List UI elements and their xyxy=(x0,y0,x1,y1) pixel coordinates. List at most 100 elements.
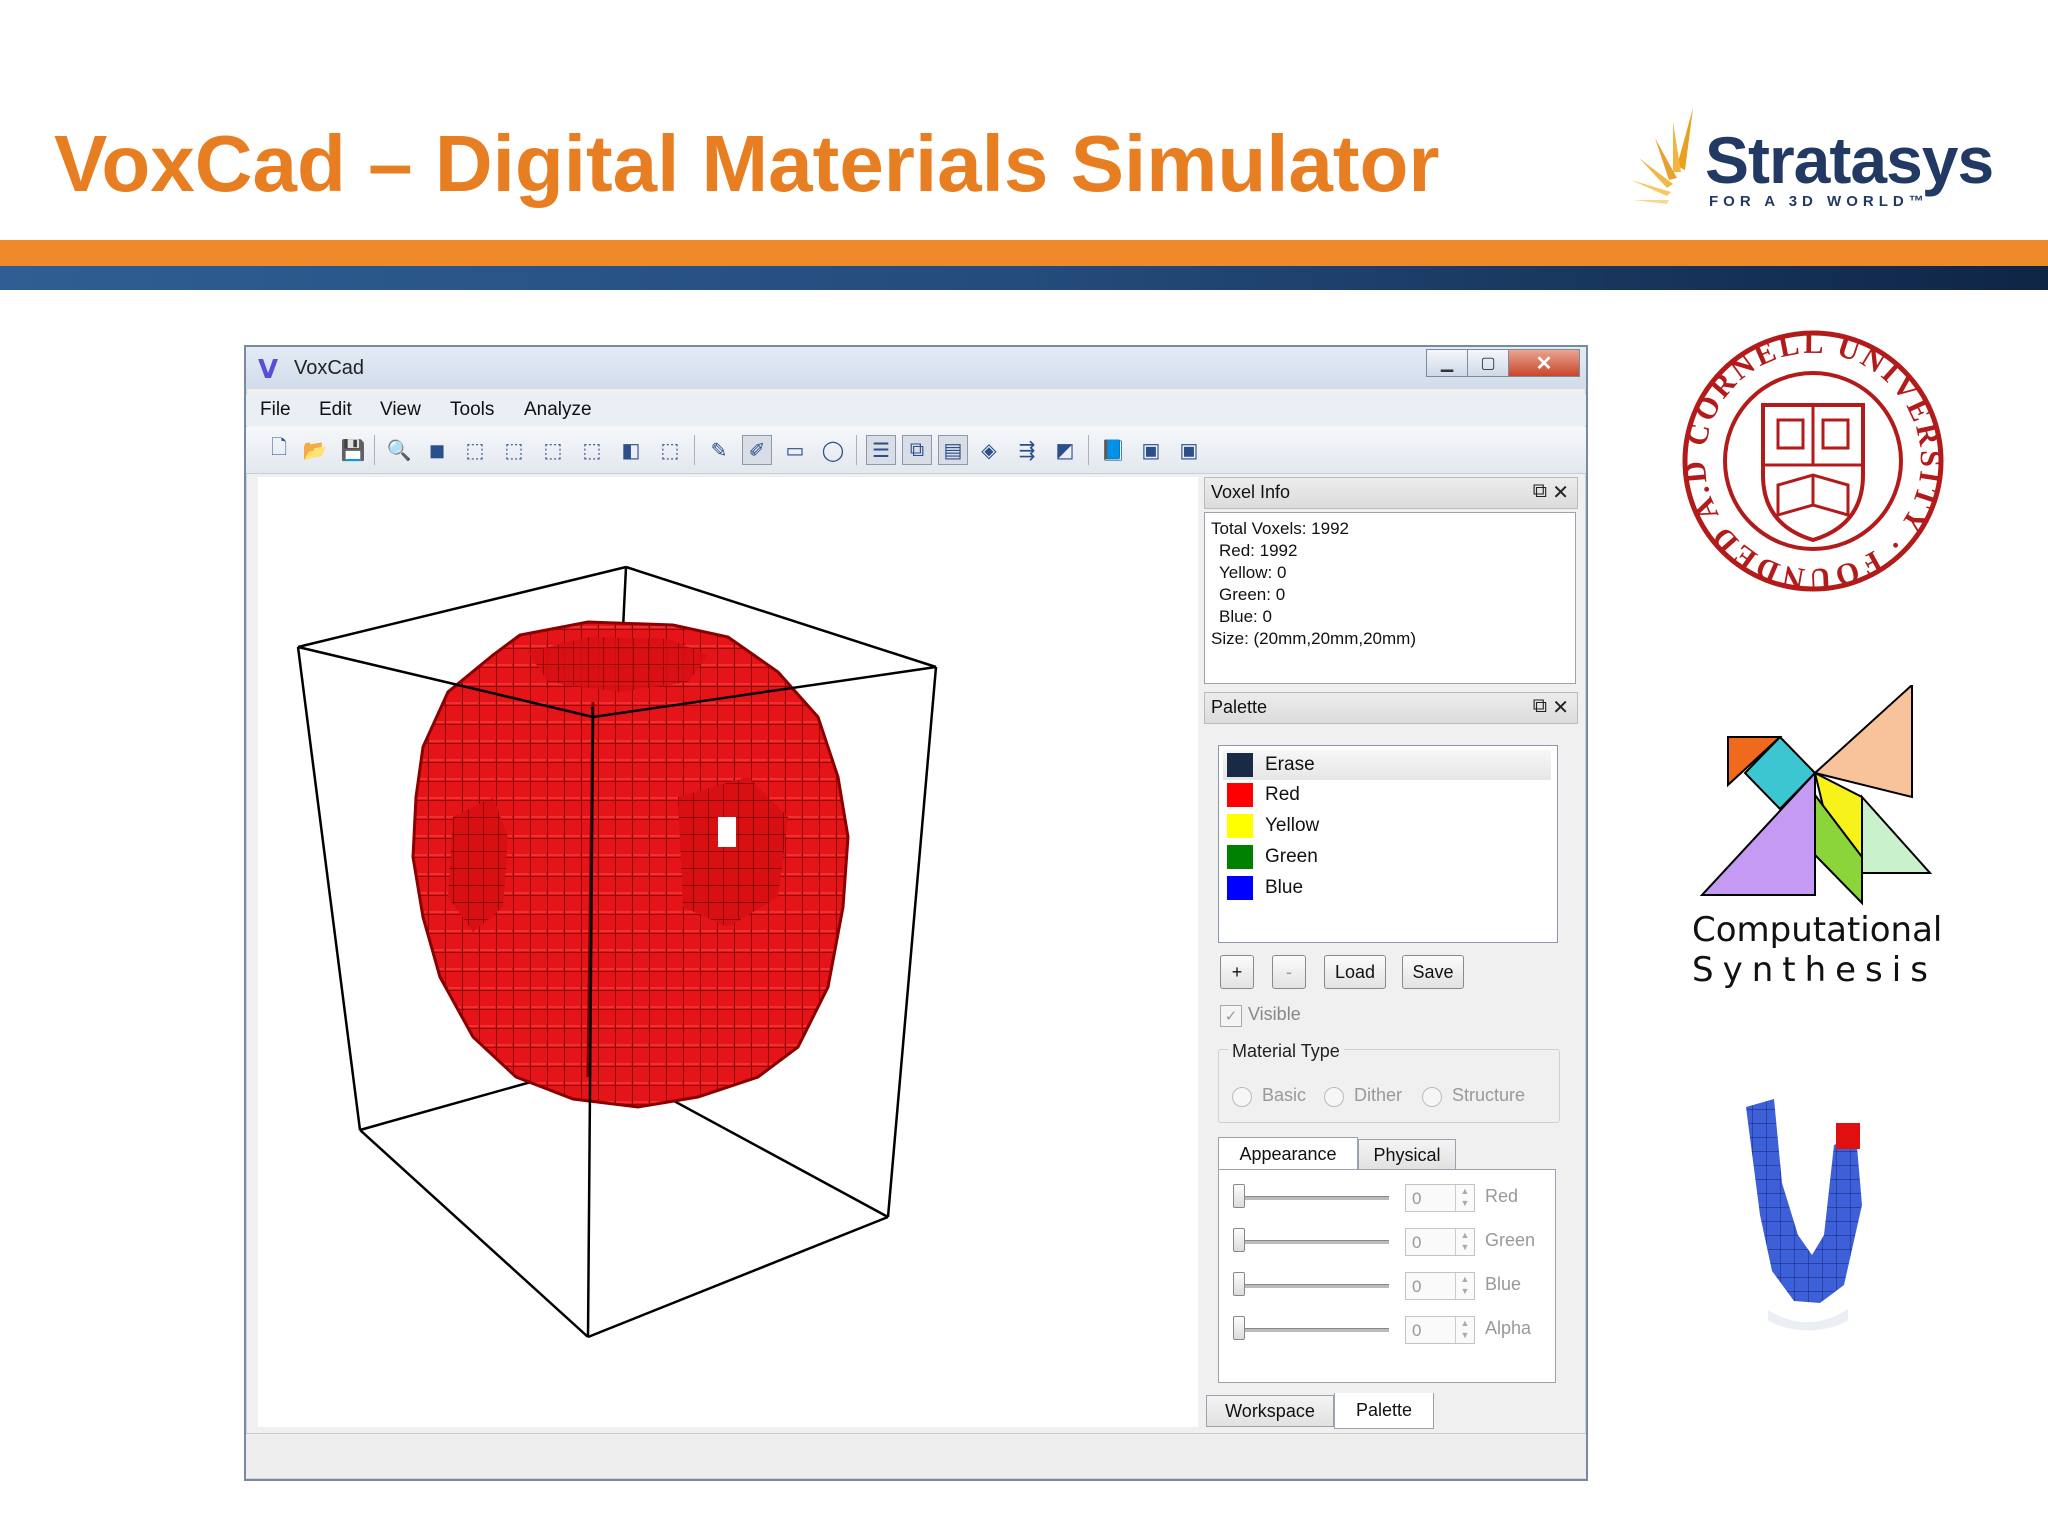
menu-file[interactable]: File xyxy=(260,399,291,421)
header-blue-band xyxy=(0,266,2048,290)
draw-icon[interactable]: ✐ xyxy=(742,435,772,465)
palette-item-yellow[interactable]: Yellow xyxy=(1223,811,1551,841)
red-label: Red xyxy=(1485,1186,1519,1206)
toolbar-separator xyxy=(856,435,857,465)
red-slider-track xyxy=(1237,1196,1389,1200)
radio-dither[interactable] xyxy=(1324,1087,1344,1107)
render-icon[interactable]: ◈ xyxy=(974,435,1004,465)
cube-left-icon[interactable]: ⬚ xyxy=(538,435,568,465)
properties-icon[interactable]: ▤ xyxy=(938,435,968,465)
palette-header: Palette ⧉ ✕ xyxy=(1204,692,1578,724)
book-icon[interactable]: 📘 xyxy=(1098,435,1128,465)
save-button[interactable]: Save xyxy=(1402,955,1464,989)
green-spinbox[interactable]: 0 ▲ ▼ xyxy=(1405,1228,1475,1256)
blue-count: Blue: 0 xyxy=(1219,607,1272,626)
export-icon[interactable]: ⇶ xyxy=(1012,435,1042,465)
palette-item-label: Red xyxy=(1265,784,1300,805)
tab-appearance[interactable]: Appearance xyxy=(1218,1137,1358,1171)
menu-analyze[interactable]: Analyze xyxy=(524,399,592,421)
list-icon[interactable]: ☰ xyxy=(866,435,896,465)
toolbar-separator xyxy=(374,435,375,465)
voxel-info-panel: Total Voxels: 1992 Red: 1992 Yellow: 0 G… xyxy=(1204,512,1576,684)
load-button[interactable]: Load xyxy=(1324,955,1386,989)
palette-item-label: Green xyxy=(1265,846,1318,867)
yellow-count: Yellow: 0 xyxy=(1219,563,1287,582)
cube-right-icon[interactable]: ⬚ xyxy=(577,435,607,465)
menu-edit[interactable]: Edit xyxy=(319,399,352,421)
color-cube-icon[interactable]: ◩ xyxy=(1050,435,1080,465)
float-icon[interactable]: ⧉ xyxy=(1533,480,1547,503)
menubar: File Edit View Tools Analyze xyxy=(246,395,1586,425)
ellipse-icon[interactable]: ◯ xyxy=(818,435,848,465)
status-bar xyxy=(246,1433,1586,1478)
red-value: 0 xyxy=(1412,1189,1422,1208)
save-icon[interactable]: 💾 xyxy=(338,435,368,465)
tab-physical[interactable]: Physical xyxy=(1358,1139,1456,1171)
palette-item-red[interactable]: Red xyxy=(1223,780,1551,810)
swatch xyxy=(1227,753,1253,777)
radio-structure[interactable] xyxy=(1422,1087,1442,1107)
voxel-render[interactable] xyxy=(258,477,1198,1427)
green-slider[interactable] xyxy=(1233,1228,1245,1252)
blue-slider-track xyxy=(1237,1284,1389,1288)
menu-tools[interactable]: Tools xyxy=(450,399,494,421)
radio-structure-label: Structure xyxy=(1452,1085,1526,1105)
red-slider[interactable] xyxy=(1233,1184,1245,1208)
slide-title: VoxCad – Digital Materials Simulator xyxy=(54,119,1440,208)
material-type-title: Material Type xyxy=(1228,1041,1344,1062)
alpha-slider[interactable] xyxy=(1233,1316,1245,1340)
green-count: Green: 0 xyxy=(1219,585,1286,604)
cube-top-icon[interactable]: ◧ xyxy=(616,435,646,465)
header-orange-band xyxy=(0,240,2048,266)
spin-arrows-icon[interactable]: ▲ ▼ xyxy=(1455,1273,1474,1299)
palette-item-green[interactable]: Green xyxy=(1223,842,1551,872)
menu-view[interactable]: View xyxy=(380,399,421,421)
blue-label: Blue xyxy=(1485,1274,1522,1294)
voxel-info-title: Voxel Info xyxy=(1211,482,1291,502)
add-material-button[interactable]: + xyxy=(1220,955,1254,989)
alpha-spinbox[interactable]: 0 ▲ ▼ xyxy=(1405,1316,1475,1344)
cube-back-icon[interactable]: ⬚ xyxy=(499,435,529,465)
blue-spinbox[interactable]: 0 ▲ ▼ xyxy=(1405,1272,1475,1300)
close-button[interactable]: ✕ xyxy=(1508,349,1580,377)
red-spinbox[interactable]: 0 ▲ ▼ xyxy=(1405,1184,1475,1212)
3d-viewport[interactable] xyxy=(258,477,1198,1427)
zoom-icon[interactable]: 🔍 xyxy=(384,435,414,465)
minimize-button[interactable]: ▁ xyxy=(1426,349,1468,377)
new-file-icon[interactable]: 🗋 xyxy=(264,435,294,465)
blue-value: 0 xyxy=(1412,1277,1422,1296)
visible-checkbox[interactable]: ✓ xyxy=(1220,1005,1242,1027)
window-titlebar[interactable]: V VoxCad ▁ ▢ ✕ xyxy=(246,347,1586,389)
close-icon[interactable]: ✕ xyxy=(1552,480,1569,505)
palette-item-erase[interactable]: Erase xyxy=(1223,750,1551,780)
spin-arrows-icon[interactable]: ▲ ▼ xyxy=(1455,1317,1474,1343)
palette-list[interactable]: Erase Red Yellow Green Blue xyxy=(1218,745,1558,943)
rectangle-icon[interactable]: ▭ xyxy=(780,435,810,465)
palette-title: Palette xyxy=(1211,697,1268,717)
stratasys-name: Stratasys xyxy=(1705,123,1994,197)
cube-bottom-icon[interactable]: ⬚ xyxy=(655,435,685,465)
radio-basic[interactable] xyxy=(1232,1087,1252,1107)
pencil-icon[interactable]: ✎ xyxy=(704,435,734,465)
tab-workspace[interactable]: Workspace xyxy=(1206,1395,1334,1427)
tab-palette[interactable]: Palette xyxy=(1334,1393,1434,1429)
copy-icon[interactable]: ▣ xyxy=(1174,435,1204,465)
swatch xyxy=(1227,783,1253,807)
close-icon[interactable]: ✕ xyxy=(1552,695,1569,720)
float-icon[interactable]: ⧉ xyxy=(1533,695,1547,718)
blue-slider[interactable] xyxy=(1233,1272,1245,1296)
remove-material-button[interactable]: - xyxy=(1272,955,1306,989)
palette-item-blue[interactable]: Blue xyxy=(1223,873,1551,903)
maximize-button[interactable]: ▢ xyxy=(1467,349,1509,377)
select-icon[interactable]: ⧉ xyxy=(902,435,932,465)
voxcad-window: V VoxCad ▁ ▢ ✕ File Edit View Tools Anal… xyxy=(244,345,1588,1481)
layers-icon[interactable]: ▣ xyxy=(1136,435,1166,465)
size-info: Size: (20mm,20mm,20mm) xyxy=(1211,629,1416,648)
open-folder-icon[interactable]: 📂 xyxy=(300,435,330,465)
spin-arrows-icon[interactable]: ▲ ▼ xyxy=(1455,1229,1474,1255)
cube-front-icon[interactable]: ⬚ xyxy=(460,435,490,465)
spin-arrows-icon[interactable]: ▲ ▼ xyxy=(1455,1185,1474,1211)
cube-view-icon[interactable]: ◼ xyxy=(422,435,452,465)
appearance-panel: 0 ▲ ▼ Red 0 ▲ ▼ Green 0 ▲ ▼ Blue 0 ▲ ▼ Alpha xyxy=(1218,1169,1556,1383)
voxel-info-header: Voxel Info ⧉ ✕ xyxy=(1204,477,1578,509)
